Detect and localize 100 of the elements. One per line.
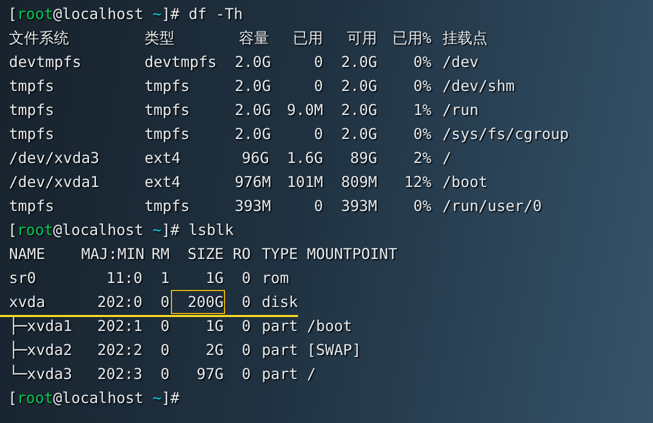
output-text: tmpfs	[8, 100, 56, 121]
output-text: /dev	[441, 52, 480, 73]
output-text: 1G	[204, 316, 225, 337]
output-text: 89G	[349, 148, 378, 169]
output-text: tmpfs	[143, 100, 191, 121]
prompt-text: @localhost	[53, 4, 144, 25]
prompt-text: [	[8, 388, 18, 409]
output-text: 2.0G	[234, 76, 270, 97]
output-text: /dev/xvda1	[8, 172, 100, 193]
output-text: SIZE	[186, 244, 225, 265]
output-text: 0	[159, 316, 171, 337]
output-text: 1.6G	[286, 148, 324, 169]
output-text: 11:0	[105, 268, 144, 289]
output-text: 12%	[403, 172, 432, 193]
output-text: /boot	[306, 316, 354, 337]
output-text: rom	[260, 268, 290, 289]
output-text: ext4	[143, 148, 182, 169]
output-text: 0	[240, 364, 252, 385]
output-text: └─xvda3	[8, 364, 74, 385]
output-text: [SWAP]	[306, 340, 362, 361]
output-text: 1%	[412, 100, 432, 121]
output-text: 96G	[240, 148, 270, 169]
output-text: 0	[313, 196, 324, 217]
output-text: ├─xvda2	[8, 340, 74, 361]
output-text: 0	[313, 76, 324, 97]
output-text: 9.0M	[286, 100, 324, 121]
output-text: 0	[159, 340, 171, 361]
output-text: 0	[240, 340, 252, 361]
output-text: /dev/shm	[441, 76, 516, 97]
output-text: part	[260, 340, 299, 361]
output-text: 0	[159, 292, 171, 313]
output-text: 已用	[292, 28, 324, 49]
prompt-text: root	[17, 4, 54, 25]
output-text: 202:1	[96, 316, 144, 337]
output-text: 1	[159, 268, 171, 289]
output-text: 202:2	[96, 340, 144, 361]
output-text: 0%	[412, 52, 432, 73]
output-text: devtmpfs	[8, 52, 82, 73]
output-text: /run	[441, 100, 480, 121]
output-text: 0%	[412, 124, 432, 145]
output-text: xvda	[8, 292, 46, 313]
output-text: tmpfs	[143, 76, 191, 97]
output-text: 393M	[234, 196, 270, 217]
prompt-text: root	[17, 388, 54, 409]
output-text: devtmpfs	[143, 52, 218, 73]
output-text: tmpfs	[8, 196, 56, 217]
prompt-text: ~	[152, 388, 162, 409]
output-text: 2.0G	[234, 52, 270, 73]
prompt-text: [	[8, 4, 18, 25]
output-text: 202:3	[96, 364, 144, 385]
output-text: NAME	[8, 244, 46, 265]
output-text: 200G	[170, 290, 225, 314]
output-text: 0	[240, 268, 252, 289]
output-text: /boot	[441, 172, 489, 193]
prompt-text: ]# lsblk	[162, 220, 234, 241]
output-text: TYPE	[260, 244, 299, 265]
output-text: 2.0G	[234, 124, 270, 145]
prompt-text: ~	[152, 220, 162, 241]
output-text: 101M	[286, 172, 324, 193]
output-text: 2.0G	[340, 124, 378, 145]
output-text: tmpfs	[143, 124, 191, 145]
output-text: 0%	[412, 196, 432, 217]
prompt-text: ]# df -Th	[162, 4, 243, 25]
output-text: tmpfs	[8, 76, 56, 97]
output-text: 0	[313, 124, 324, 145]
prompt-text: ]#	[162, 388, 180, 409]
output-text: 809M	[340, 172, 378, 193]
output-text: tmpfs	[8, 124, 56, 145]
output-text: 挂载点	[441, 28, 488, 49]
output-text: 0	[240, 316, 252, 337]
output-text: /	[441, 148, 452, 169]
output-text: 393M	[340, 196, 378, 217]
output-text: 2%	[412, 148, 432, 169]
output-text: 2.0G	[340, 100, 378, 121]
output-text: 202:0	[96, 292, 144, 313]
prompt-text: ~	[152, 4, 162, 25]
output-text: 0%	[412, 76, 432, 97]
prompt-text: [	[8, 220, 18, 241]
output-text: 0	[313, 52, 324, 73]
output-text: 2.0G	[340, 76, 378, 97]
output-text: part	[260, 364, 299, 385]
output-text: 0	[240, 292, 252, 313]
output-text: /	[306, 364, 317, 385]
output-text: MAJ:MIN	[80, 244, 144, 265]
output-text: /run/user/0	[441, 196, 543, 217]
output-text: RO	[232, 244, 252, 265]
output-text: 2G	[204, 340, 225, 361]
output-text: disk	[260, 292, 299, 313]
output-text: 0	[159, 364, 171, 385]
output-text: /dev/xvda3	[8, 148, 100, 169]
output-text: /sys/fs/cgroup	[441, 124, 570, 145]
output-text: ├─xvda1	[8, 316, 74, 337]
output-text: 97G	[196, 364, 225, 385]
output-text: tmpfs	[143, 196, 191, 217]
output-text: 可用	[346, 28, 378, 49]
output-text: RM	[150, 244, 171, 265]
output-text: 文件系统	[8, 28, 70, 49]
output-text: ext4	[143, 172, 182, 193]
output-text: 1G	[204, 268, 225, 289]
prompt-text: @localhost	[53, 220, 144, 241]
